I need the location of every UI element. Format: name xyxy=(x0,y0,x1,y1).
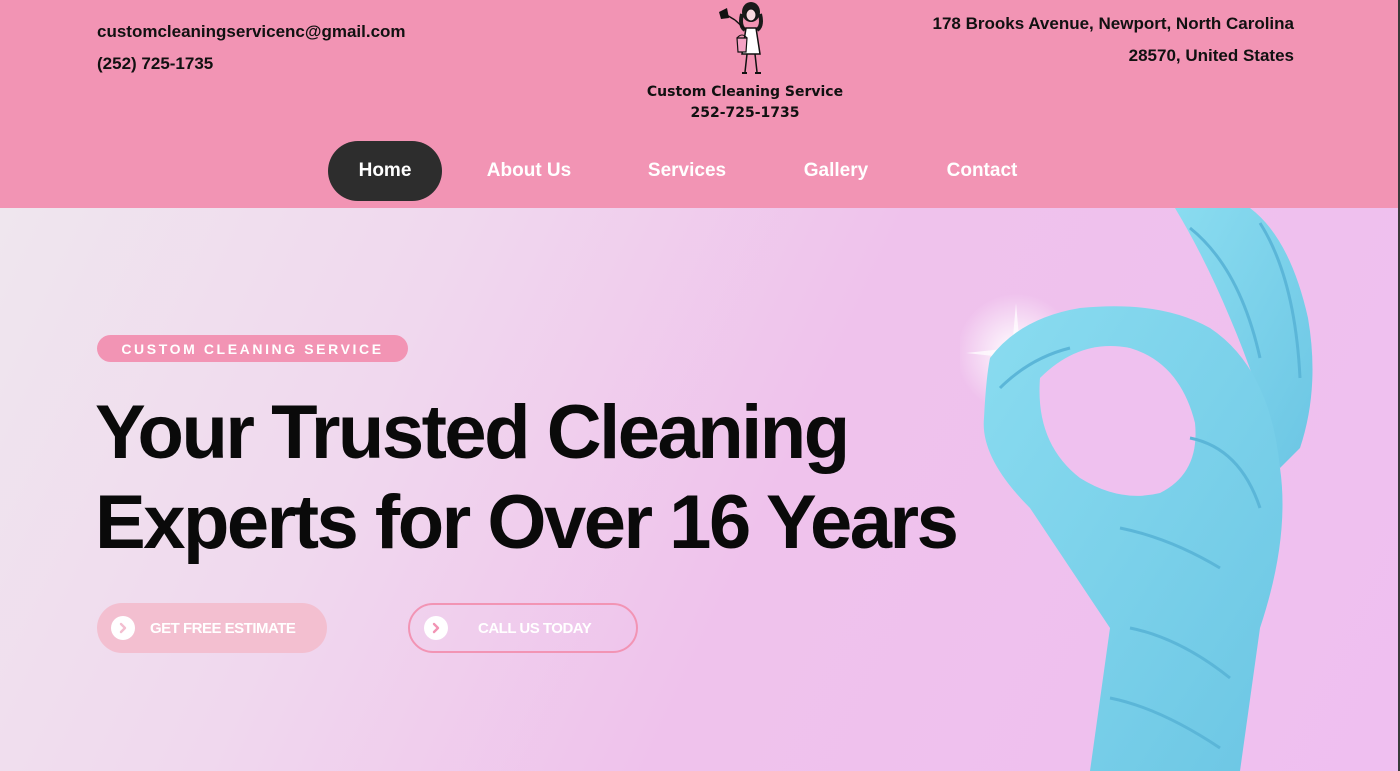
get-free-estimate-button[interactable]: GET FREE ESTIMATE xyxy=(97,603,327,653)
address-line-1: 178 Brooks Avenue, Newport, North Caroli… xyxy=(932,14,1294,33)
nav-item-home[interactable]: Home xyxy=(328,141,442,201)
email-link[interactable]: customcleaningservicenc@gmail.com xyxy=(97,16,406,48)
contact-info-left: customcleaningservicenc@gmail.com (252) … xyxy=(97,16,406,80)
hero-section: CUSTOM CLEANING SERVICE Your Trusted Cle… xyxy=(0,208,1398,771)
call-us-today-button[interactable]: CALL US TODAY xyxy=(408,603,638,653)
contact-info-right: 178 Brooks Avenue, Newport, North Caroli… xyxy=(933,8,1294,72)
logo-name: Custom Cleaning Service xyxy=(646,84,844,100)
headline-line-1: Your Trusted Cleaning xyxy=(95,390,850,475)
nav-item-services[interactable]: Services xyxy=(616,141,758,201)
headline-line-2: Experts for Over 16 Years xyxy=(95,480,959,565)
hero-badge: CUSTOM CLEANING SERVICE xyxy=(97,335,408,362)
nav-item-gallery[interactable]: Gallery xyxy=(758,141,914,201)
main-nav: Home About Us Services Gallery Contact xyxy=(328,141,1050,201)
logo-phone: 252-725-1735 xyxy=(690,105,800,121)
logo[interactable]: Custom Cleaning Service 252-725-1735 xyxy=(640,0,850,130)
address-line-2: 28570, United States xyxy=(1128,46,1294,65)
chevron-right-circle-icon xyxy=(424,616,448,640)
nav-item-contact[interactable]: Contact xyxy=(914,141,1050,201)
cleaning-lady-logo-icon xyxy=(719,2,763,74)
hero-headline: Your Trusted Cleaning Experts for Over 1… xyxy=(95,388,1055,568)
phone-link[interactable]: (252) 725-1735 xyxy=(97,48,406,80)
call-us-today-label: CALL US TODAY xyxy=(478,619,592,637)
nav-item-about-us[interactable]: About Us xyxy=(442,141,616,201)
get-free-estimate-label: GET FREE ESTIMATE xyxy=(150,619,296,637)
chevron-right-circle-icon xyxy=(111,616,135,640)
site-header: customcleaningservicenc@gmail.com (252) … xyxy=(0,0,1398,208)
